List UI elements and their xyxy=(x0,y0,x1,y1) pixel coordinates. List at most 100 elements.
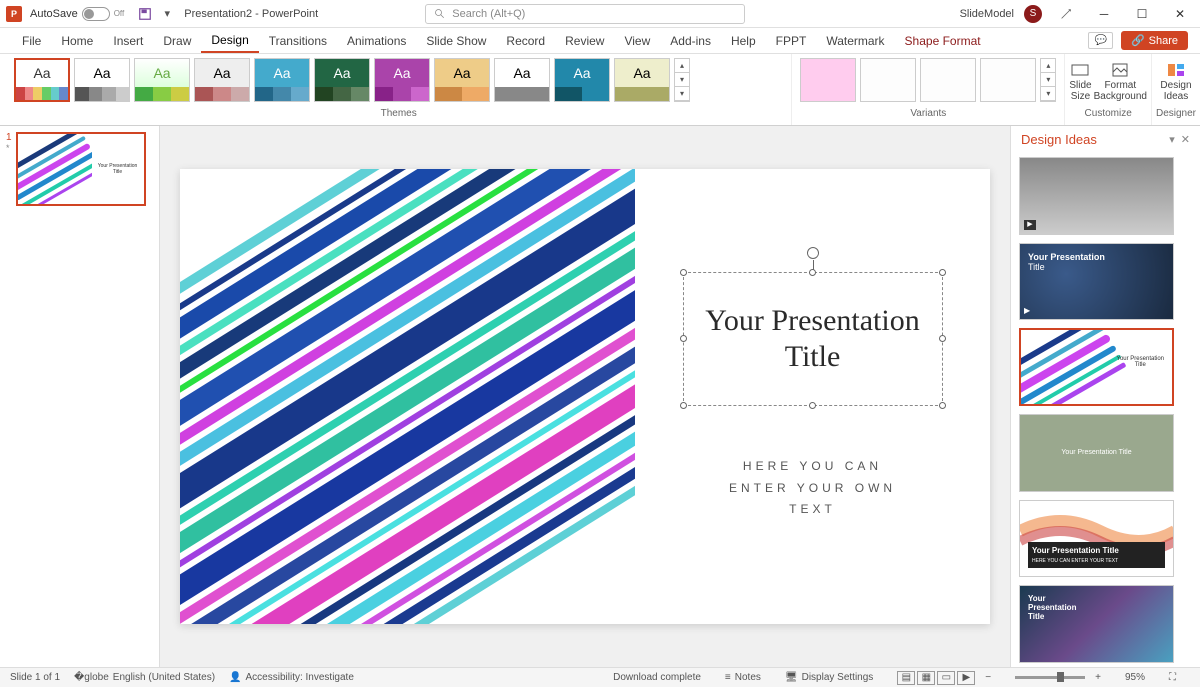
autosave-label: AutoSave xyxy=(30,8,78,20)
slide-title-text[interactable]: Your Presentation Title xyxy=(704,303,922,375)
minimize-button[interactable]: ─ xyxy=(1090,4,1118,24)
mic-icon[interactable] xyxy=(1052,4,1080,24)
design-idea-thumb[interactable]: Your Presentation Title xyxy=(1019,414,1174,492)
variant-thumb[interactable] xyxy=(860,58,916,102)
user-avatar[interactable]: S xyxy=(1024,5,1042,23)
design-idea-thumb[interactable]: Your PresentationTitle▶ xyxy=(1019,243,1174,321)
slide-canvas[interactable]: Your Presentation Title HERE YOU CAN ENT… xyxy=(180,169,990,624)
accessibility-checker[interactable]: 👤 Accessibility: Investigate xyxy=(229,672,354,683)
variant-thumb[interactable] xyxy=(980,58,1036,102)
resize-handle[interactable] xyxy=(809,402,816,409)
tab-help[interactable]: Help xyxy=(721,28,766,53)
resize-handle[interactable] xyxy=(939,402,946,409)
tab-home[interactable]: Home xyxy=(51,28,103,53)
resize-handle[interactable] xyxy=(939,269,946,276)
reading-view-button[interactable]: ▭ xyxy=(937,671,955,685)
slide-counter[interactable]: Slide 1 of 1 xyxy=(10,672,60,683)
tab-record[interactable]: Record xyxy=(496,28,555,53)
design-idea-thumb[interactable]: Your PresentationTitle xyxy=(1019,328,1174,406)
resize-handle[interactable] xyxy=(680,335,687,342)
tab-insert[interactable]: Insert xyxy=(103,28,153,53)
designer-group-label: Designer xyxy=(1156,108,1196,119)
tab-transitions[interactable]: Transitions xyxy=(259,28,337,53)
autosave-toggle[interactable]: AutoSave Off xyxy=(30,7,124,21)
fit-to-window-button[interactable]: ⛶ xyxy=(1169,672,1176,683)
ribbon-tabs: File Home Insert Draw Design Transitions… xyxy=(0,28,1200,54)
ribbon-panel: Aa Aa Aa Aa Aa Aa Aa Aa Aa Aa Aa ▴▾▾ The… xyxy=(0,54,1200,126)
tab-animations[interactable]: Animations xyxy=(337,28,416,53)
search-input[interactable]: Search (Alt+Q) xyxy=(425,4,745,24)
resize-handle[interactable] xyxy=(680,269,687,276)
share-button[interactable]: 🔗 Share xyxy=(1121,31,1188,50)
design-ideas-button[interactable]: Design Ideas xyxy=(1156,58,1196,106)
pane-dropdown-icon[interactable]: ▾ xyxy=(1169,133,1175,146)
tab-addins[interactable]: Add-ins xyxy=(660,28,721,53)
theme-thumb[interactable]: Aa xyxy=(194,58,250,102)
slide-canvas-area[interactable]: Your Presentation Title HERE YOU CAN ENT… xyxy=(160,126,1010,667)
design-idea-thumb[interactable]: Your Presentation Title xyxy=(1019,585,1174,663)
themes-more-button[interactable]: ▴▾▾ xyxy=(674,58,690,102)
designer-group: Design Ideas Designer xyxy=(1151,54,1200,125)
theme-thumb[interactable]: Aa xyxy=(74,58,130,102)
theme-thumb[interactable]: Aa xyxy=(554,58,610,102)
slide-subtitle[interactable]: HERE YOU CAN ENTER YOUR OWN TEXT xyxy=(729,456,896,521)
tab-watermark[interactable]: Watermark xyxy=(816,28,894,53)
download-status: Download complete xyxy=(613,672,701,683)
slide-thumbnail[interactable]: Your Presentation Title xyxy=(16,132,146,206)
theme-thumb[interactable]: Aa xyxy=(314,58,370,102)
theme-thumb[interactable]: Aa xyxy=(254,58,310,102)
title-placeholder[interactable]: Your Presentation Title xyxy=(683,272,943,406)
resize-handle[interactable] xyxy=(809,269,816,276)
tab-design[interactable]: Design xyxy=(201,28,258,53)
slide-size-button[interactable]: Slide Size xyxy=(1069,58,1091,106)
design-ideas-list[interactable]: ▶Your PresentationTitle▶Your Presentatio… xyxy=(1011,153,1200,667)
display-settings-button[interactable]: 🖥 Display Settings xyxy=(785,672,873,683)
powerpoint-icon: P xyxy=(6,6,22,22)
slideshow-view-button[interactable]: ▶ xyxy=(957,671,975,685)
language-selector[interactable]: �globe English (United States) xyxy=(74,672,215,683)
zoom-in-button[interactable]: + xyxy=(1095,672,1101,683)
close-button[interactable]: ✕ xyxy=(1166,4,1194,24)
username-label[interactable]: SlideModel xyxy=(960,8,1014,20)
themes-group: Aa Aa Aa Aa Aa Aa Aa Aa Aa Aa Aa ▴▾▾ The… xyxy=(0,54,791,125)
resize-handle[interactable] xyxy=(939,335,946,342)
normal-view-button[interactable]: ▤ xyxy=(897,671,915,685)
theme-thumb[interactable]: Aa xyxy=(134,58,190,102)
variant-thumb[interactable] xyxy=(920,58,976,102)
tab-fppt[interactable]: FPPT xyxy=(766,28,817,53)
theme-thumb[interactable]: Aa xyxy=(14,58,70,102)
pane-close-icon[interactable]: ✕ xyxy=(1181,133,1190,146)
sorter-view-button[interactable]: ▦ xyxy=(917,671,935,685)
autosave-state: Off xyxy=(114,9,125,18)
design-idea-thumb[interactable]: ▶ xyxy=(1019,157,1174,235)
theme-thumb[interactable]: Aa xyxy=(494,58,550,102)
save-icon[interactable] xyxy=(137,6,153,22)
view-buttons: ▤ ▦ ▭ ▶ xyxy=(897,671,975,685)
themes-group-label: Themes xyxy=(14,108,783,119)
variant-thumb[interactable] xyxy=(800,58,856,102)
format-background-button[interactable]: Format Background xyxy=(1094,58,1147,106)
toggle-icon[interactable] xyxy=(82,7,110,21)
design-idea-thumb[interactable]: Your Presentation TitleHERE YOU CAN ENTE… xyxy=(1019,500,1174,578)
notes-button[interactable]: ≡ Notes xyxy=(725,672,761,683)
theme-thumb[interactable]: Aa xyxy=(614,58,670,102)
theme-thumb[interactable]: Aa xyxy=(374,58,430,102)
comments-icon[interactable]: 💬 xyxy=(1088,32,1112,49)
tab-review[interactable]: Review xyxy=(555,28,614,53)
resize-handle[interactable] xyxy=(680,402,687,409)
theme-thumb[interactable]: Aa xyxy=(434,58,490,102)
variants-more-button[interactable]: ▴▾▾ xyxy=(1040,58,1056,102)
zoom-slider[interactable] xyxy=(1015,676,1085,679)
rotate-handle-icon[interactable] xyxy=(807,247,819,259)
tab-file[interactable]: File xyxy=(12,28,51,53)
variants-group: ▴▾▾ Variants xyxy=(791,54,1064,125)
maximize-button[interactable]: ☐ xyxy=(1128,4,1156,24)
tab-draw[interactable]: Draw xyxy=(153,28,201,53)
zoom-level[interactable]: 95% xyxy=(1125,672,1145,683)
tab-shape-format[interactable]: Shape Format xyxy=(895,28,991,53)
qat-dropdown-icon[interactable]: ▾ xyxy=(159,6,175,22)
zoom-out-button[interactable]: − xyxy=(985,672,991,683)
customize-group-label: Customize xyxy=(1069,108,1147,119)
tab-view[interactable]: View xyxy=(614,28,660,53)
tab-slideshow[interactable]: Slide Show xyxy=(416,28,496,53)
